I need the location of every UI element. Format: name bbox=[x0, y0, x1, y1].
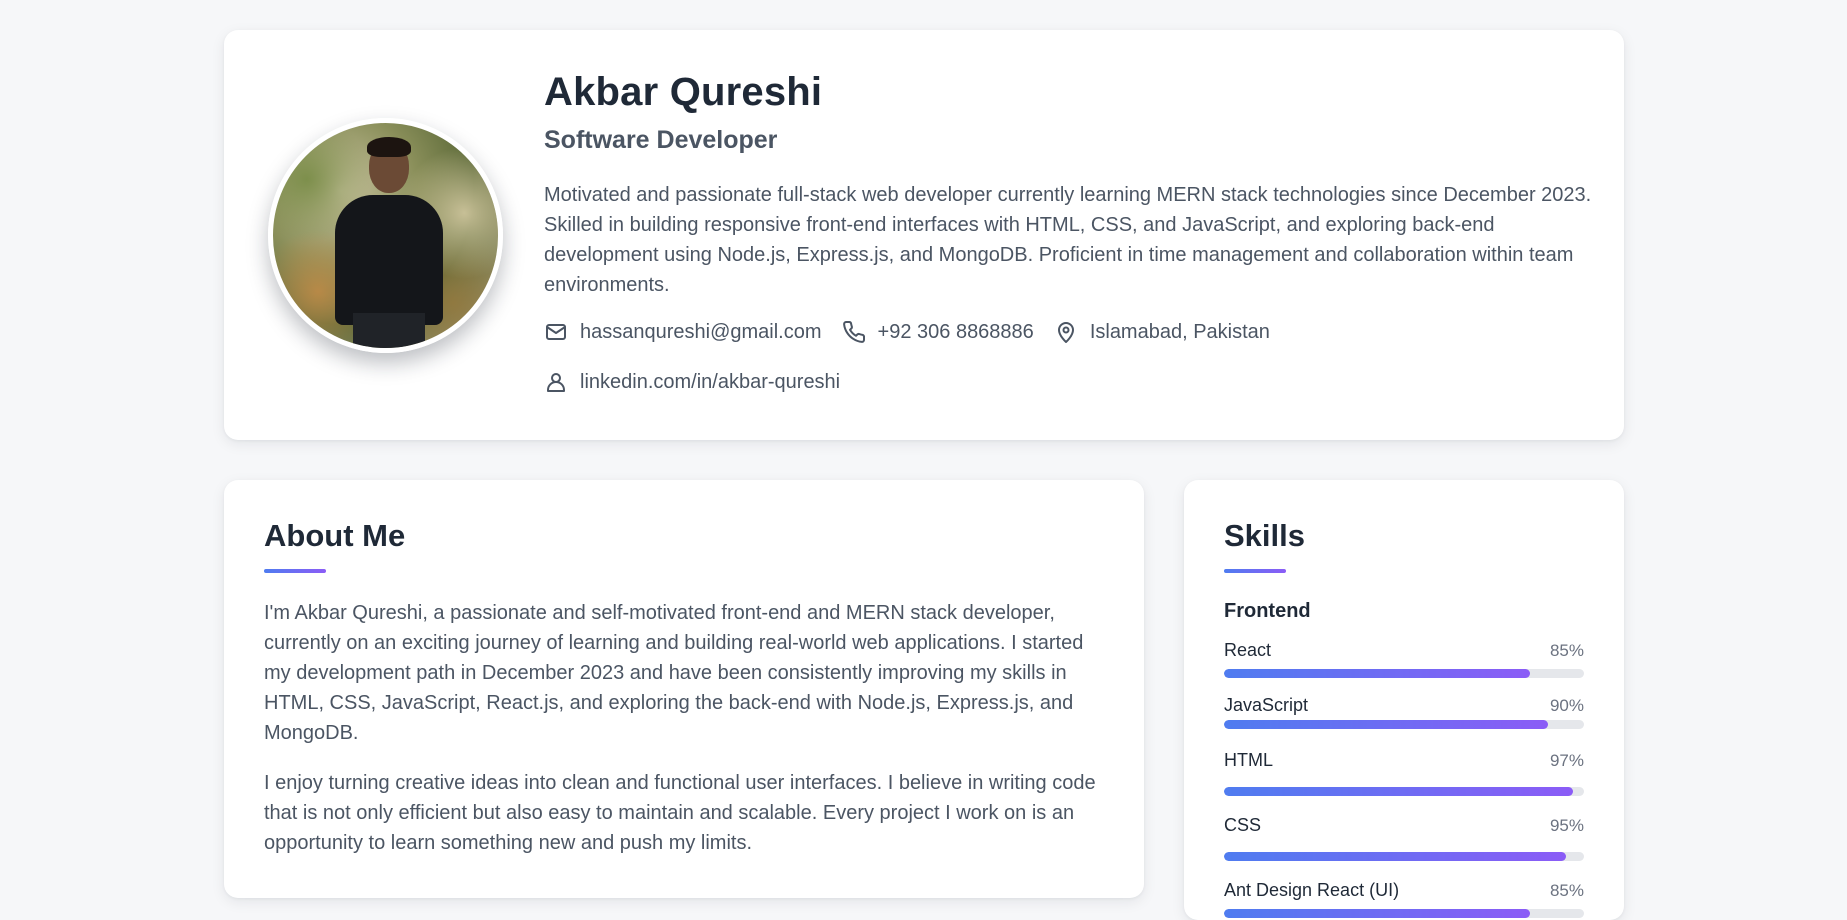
skill-bar-track bbox=[1224, 787, 1584, 796]
skill-name: Ant Design React (UI) bbox=[1224, 880, 1400, 900]
contact-email[interactable]: hassanqureshi@gmail.com bbox=[544, 320, 822, 344]
skill-bar-track bbox=[1224, 852, 1584, 861]
skill-bar-fill bbox=[1224, 720, 1548, 729]
avatar-person-body bbox=[335, 195, 443, 325]
skill-bar-fill bbox=[1224, 787, 1574, 796]
contact-row-secondary: linkedin.com/in/akbar-qureshi bbox=[544, 370, 840, 394]
about-paragraph-2: I enjoy turning creative ideas into clea… bbox=[264, 772, 1096, 854]
skill-percent: 90% bbox=[1549, 696, 1584, 715]
skills-title: Skills bbox=[1224, 518, 1305, 553]
skill-item: JavaScript 90% bbox=[1224, 695, 1584, 729]
skill-name: HTML bbox=[1224, 750, 1273, 770]
profile-role: Software Developer bbox=[544, 126, 778, 154]
contact-phone-text: +92 306 8868886 bbox=[877, 320, 1034, 343]
about-card: About Me I'm Akbar Qureshi, a passionate… bbox=[224, 480, 1144, 898]
skill-group-title: Frontend bbox=[1224, 600, 1311, 622]
contact-location-text: Islamabad, Pakistan bbox=[1089, 320, 1270, 343]
skill-item: HTML 97% bbox=[1224, 750, 1584, 796]
avatar-person-legs bbox=[353, 313, 425, 348]
map-pin-icon bbox=[1057, 322, 1074, 343]
skills-card: Skills Frontend React 85% JavaScript 90%… bbox=[1184, 480, 1624, 920]
skill-percent: 97% bbox=[1549, 751, 1584, 770]
skill-bar-fill bbox=[1224, 669, 1530, 678]
user-icon bbox=[547, 373, 565, 392]
profile-card: Akbar Qureshi Software Developer Motivat… bbox=[224, 30, 1624, 440]
skill-name: React bbox=[1224, 640, 1272, 660]
about-title-underline bbox=[264, 569, 326, 573]
skill-percent: 85% bbox=[1549, 641, 1584, 660]
skill-bar-track bbox=[1224, 669, 1584, 678]
contact-linkedin-text: linkedin.com/in/akbar-qureshi bbox=[580, 370, 841, 393]
skill-bar-fill bbox=[1224, 852, 1566, 861]
skill-item: Ant Design React (UI) 85% bbox=[1224, 880, 1584, 918]
phone-icon bbox=[842, 320, 865, 343]
skills-title-underline bbox=[1224, 569, 1286, 573]
skill-name: JavaScript bbox=[1224, 695, 1309, 715]
contact-location: Islamabad, Pakistan bbox=[1054, 320, 1270, 344]
profile-summary: Motivated and passionate full-stack web … bbox=[544, 184, 1592, 296]
skill-bar-track bbox=[1224, 909, 1584, 918]
about-paragraph-1: I'm Akbar Qureshi, a passionate and self… bbox=[264, 602, 1084, 744]
skill-item: CSS 95% bbox=[1224, 815, 1584, 861]
avatar-person-hair bbox=[367, 137, 411, 157]
contact-email-text: hassanqureshi@gmail.com bbox=[580, 320, 822, 343]
skill-bar-fill bbox=[1224, 909, 1530, 918]
contact-linkedin[interactable]: linkedin.com/in/akbar-qureshi bbox=[544, 370, 840, 394]
skill-bar-track bbox=[1224, 720, 1584, 729]
skill-item: React 85% bbox=[1224, 640, 1584, 678]
contact-phone[interactable]: +92 306 8868886 bbox=[842, 320, 1034, 344]
skill-percent: 85% bbox=[1549, 881, 1584, 900]
skill-name: CSS bbox=[1224, 815, 1262, 835]
profile-name: Akbar Qureshi bbox=[544, 70, 823, 114]
mail-icon bbox=[546, 324, 566, 340]
profile-avatar bbox=[268, 118, 503, 353]
skill-percent: 95% bbox=[1549, 816, 1584, 835]
about-title: About Me bbox=[264, 518, 406, 553]
contact-row-primary: hassanqureshi@gmail.com +92 306 8868886 … bbox=[544, 320, 1270, 344]
